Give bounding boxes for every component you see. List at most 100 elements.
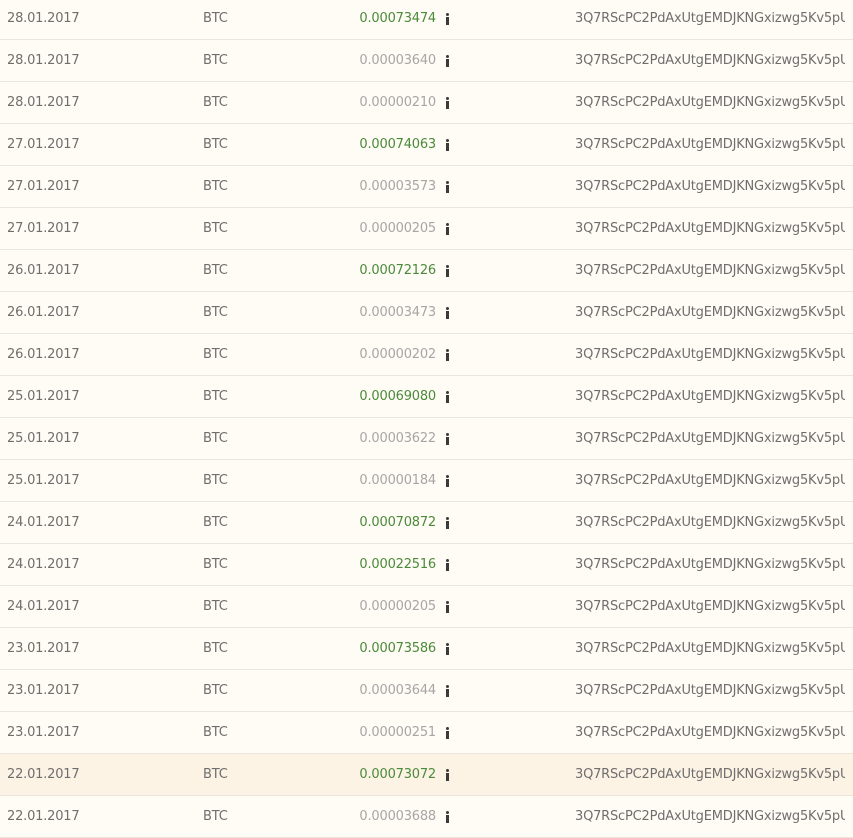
transaction-amount: 0.00073072 <box>359 767 436 782</box>
transaction-amount: 0.00000210 <box>359 95 436 110</box>
transactions-table: 28.01.2017 BTC 0.00073474 3Q7RScPC2PdAxU… <box>0 0 853 838</box>
transaction-address[interactable]: 3Q7RScPC2PdAxUtgEMDJKNGxizwg5Kv5pU <box>575 460 845 502</box>
info-icon[interactable] <box>444 97 450 109</box>
transaction-date: 28.01.2017 <box>7 11 80 26</box>
transaction-currency: BTC <box>203 53 228 68</box>
table-row: 24.01.2017 BTC 0.00000205 3Q7RScPC2PdAxU… <box>0 586 853 628</box>
transaction-date: 25.01.2017 <box>7 431 80 446</box>
info-icon[interactable] <box>444 559 450 571</box>
transaction-amount: 0.00000205 <box>359 599 436 614</box>
info-icon[interactable] <box>444 601 450 613</box>
transaction-address[interactable]: 3Q7RScPC2PdAxUtgEMDJKNGxizwg5Kv5pU <box>575 502 845 544</box>
transaction-date: 24.01.2017 <box>7 599 80 614</box>
info-icon[interactable] <box>444 223 450 235</box>
transaction-amount: 0.00003573 <box>359 179 436 194</box>
transaction-currency: BTC <box>203 641 228 656</box>
transaction-amount: 0.00073474 <box>359 11 436 26</box>
transaction-currency: BTC <box>203 137 228 152</box>
table-row: 28.01.2017 BTC 0.00000210 3Q7RScPC2PdAxU… <box>0 82 853 124</box>
info-icon[interactable] <box>444 517 450 529</box>
transaction-currency: BTC <box>203 809 228 824</box>
info-icon[interactable] <box>444 307 450 319</box>
transaction-amount: 0.00000202 <box>359 347 436 362</box>
transaction-address[interactable]: 3Q7RScPC2PdAxUtgEMDJKNGxizwg5Kv5pU <box>575 418 845 460</box>
transaction-address[interactable]: 3Q7RScPC2PdAxUtgEMDJKNGxizwg5Kv5pU <box>575 544 845 586</box>
table-row: 22.01.2017 BTC 0.00073072 3Q7RScPC2PdAxU… <box>0 754 853 796</box>
transaction-date: 27.01.2017 <box>7 137 80 152</box>
transaction-date: 22.01.2017 <box>7 767 80 782</box>
transaction-address[interactable]: 3Q7RScPC2PdAxUtgEMDJKNGxizwg5Kv5pU <box>575 0 845 40</box>
transaction-currency: BTC <box>203 767 228 782</box>
transaction-address[interactable]: 3Q7RScPC2PdAxUtgEMDJKNGxizwg5Kv5pU <box>575 670 845 712</box>
transaction-currency: BTC <box>203 473 228 488</box>
transaction-date: 23.01.2017 <box>7 725 80 740</box>
info-icon[interactable] <box>444 811 450 823</box>
info-icon[interactable] <box>444 475 450 487</box>
transaction-currency: BTC <box>203 347 228 362</box>
table-row: 23.01.2017 BTC 0.00000251 3Q7RScPC2PdAxU… <box>0 712 853 754</box>
transaction-amount: 0.00022516 <box>359 557 436 572</box>
table-row: 25.01.2017 BTC 0.00003622 3Q7RScPC2PdAxU… <box>0 418 853 460</box>
transaction-address[interactable]: 3Q7RScPC2PdAxUtgEMDJKNGxizwg5Kv5pU <box>575 292 845 334</box>
transaction-currency: BTC <box>203 683 228 698</box>
info-icon[interactable] <box>444 139 450 151</box>
info-icon[interactable] <box>444 181 450 193</box>
transaction-address[interactable]: 3Q7RScPC2PdAxUtgEMDJKNGxizwg5Kv5pU <box>575 754 845 796</box>
transaction-currency: BTC <box>203 431 228 446</box>
transaction-date: 26.01.2017 <box>7 347 80 362</box>
transaction-amount: 0.00000205 <box>359 221 436 236</box>
transaction-currency: BTC <box>203 221 228 236</box>
transaction-address[interactable]: 3Q7RScPC2PdAxUtgEMDJKNGxizwg5Kv5pU <box>575 250 845 292</box>
table-row: 24.01.2017 BTC 0.00022516 3Q7RScPC2PdAxU… <box>0 544 853 586</box>
table-row: 22.01.2017 BTC 0.00003688 3Q7RScPC2PdAxU… <box>0 796 853 838</box>
transaction-amount: 0.00000184 <box>359 473 436 488</box>
transaction-address[interactable]: 3Q7RScPC2PdAxUtgEMDJKNGxizwg5Kv5pU <box>575 376 845 418</box>
table-row: 27.01.2017 BTC 0.00000205 3Q7RScPC2PdAxU… <box>0 208 853 250</box>
info-icon[interactable] <box>444 643 450 655</box>
transaction-amount: 0.00070872 <box>359 515 436 530</box>
transaction-currency: BTC <box>203 305 228 320</box>
table-row: 28.01.2017 BTC 0.00003640 3Q7RScPC2PdAxU… <box>0 40 853 82</box>
transaction-address[interactable]: 3Q7RScPC2PdAxUtgEMDJKNGxizwg5Kv5pU <box>575 124 845 166</box>
transaction-date: 23.01.2017 <box>7 641 80 656</box>
transaction-amount: 0.00069080 <box>359 389 436 404</box>
info-icon[interactable] <box>444 433 450 445</box>
transaction-address[interactable]: 3Q7RScPC2PdAxUtgEMDJKNGxizwg5Kv5pU <box>575 334 845 376</box>
info-icon[interactable] <box>444 391 450 403</box>
transaction-address[interactable]: 3Q7RScPC2PdAxUtgEMDJKNGxizwg5Kv5pU <box>575 166 845 208</box>
info-icon[interactable] <box>444 265 450 277</box>
transaction-date: 25.01.2017 <box>7 389 80 404</box>
transaction-address[interactable]: 3Q7RScPC2PdAxUtgEMDJKNGxizwg5Kv5pU <box>575 586 845 628</box>
info-icon[interactable] <box>444 685 450 697</box>
transaction-amount: 0.00074063 <box>359 137 436 152</box>
transaction-amount: 0.00003622 <box>359 431 436 446</box>
table-row: 28.01.2017 BTC 0.00073474 3Q7RScPC2PdAxU… <box>0 0 853 40</box>
table-row: 25.01.2017 BTC 0.00000184 3Q7RScPC2PdAxU… <box>0 460 853 502</box>
transaction-currency: BTC <box>203 389 228 404</box>
info-icon[interactable] <box>444 13 450 25</box>
info-icon[interactable] <box>444 349 450 361</box>
transaction-address[interactable]: 3Q7RScPC2PdAxUtgEMDJKNGxizwg5Kv5pU <box>575 796 845 838</box>
table-row: 27.01.2017 BTC 0.00074063 3Q7RScPC2PdAxU… <box>0 124 853 166</box>
transaction-date: 23.01.2017 <box>7 683 80 698</box>
transaction-date: 26.01.2017 <box>7 305 80 320</box>
transaction-address[interactable]: 3Q7RScPC2PdAxUtgEMDJKNGxizwg5Kv5pU <box>575 82 845 124</box>
transaction-date: 26.01.2017 <box>7 263 80 278</box>
info-icon[interactable] <box>444 727 450 739</box>
transaction-currency: BTC <box>203 95 228 110</box>
table-row: 23.01.2017 BTC 0.00073586 3Q7RScPC2PdAxU… <box>0 628 853 670</box>
transaction-currency: BTC <box>203 557 228 572</box>
table-row: 26.01.2017 BTC 0.00003473 3Q7RScPC2PdAxU… <box>0 292 853 334</box>
transaction-amount: 0.00003688 <box>359 809 436 824</box>
transaction-address[interactable]: 3Q7RScPC2PdAxUtgEMDJKNGxizwg5Kv5pU <box>575 712 845 754</box>
info-icon[interactable] <box>444 55 450 67</box>
transaction-address[interactable]: 3Q7RScPC2PdAxUtgEMDJKNGxizwg5Kv5pU <box>575 208 845 250</box>
transaction-address[interactable]: 3Q7RScPC2PdAxUtgEMDJKNGxizwg5Kv5pU <box>575 40 845 82</box>
transaction-amount: 0.00003644 <box>359 683 436 698</box>
transaction-address[interactable]: 3Q7RScPC2PdAxUtgEMDJKNGxizwg5Kv5pU <box>575 628 845 670</box>
transaction-currency: BTC <box>203 11 228 26</box>
transaction-date: 27.01.2017 <box>7 221 80 236</box>
info-icon[interactable] <box>444 769 450 781</box>
table-row: 27.01.2017 BTC 0.00003573 3Q7RScPC2PdAxU… <box>0 166 853 208</box>
transaction-date: 28.01.2017 <box>7 53 80 68</box>
